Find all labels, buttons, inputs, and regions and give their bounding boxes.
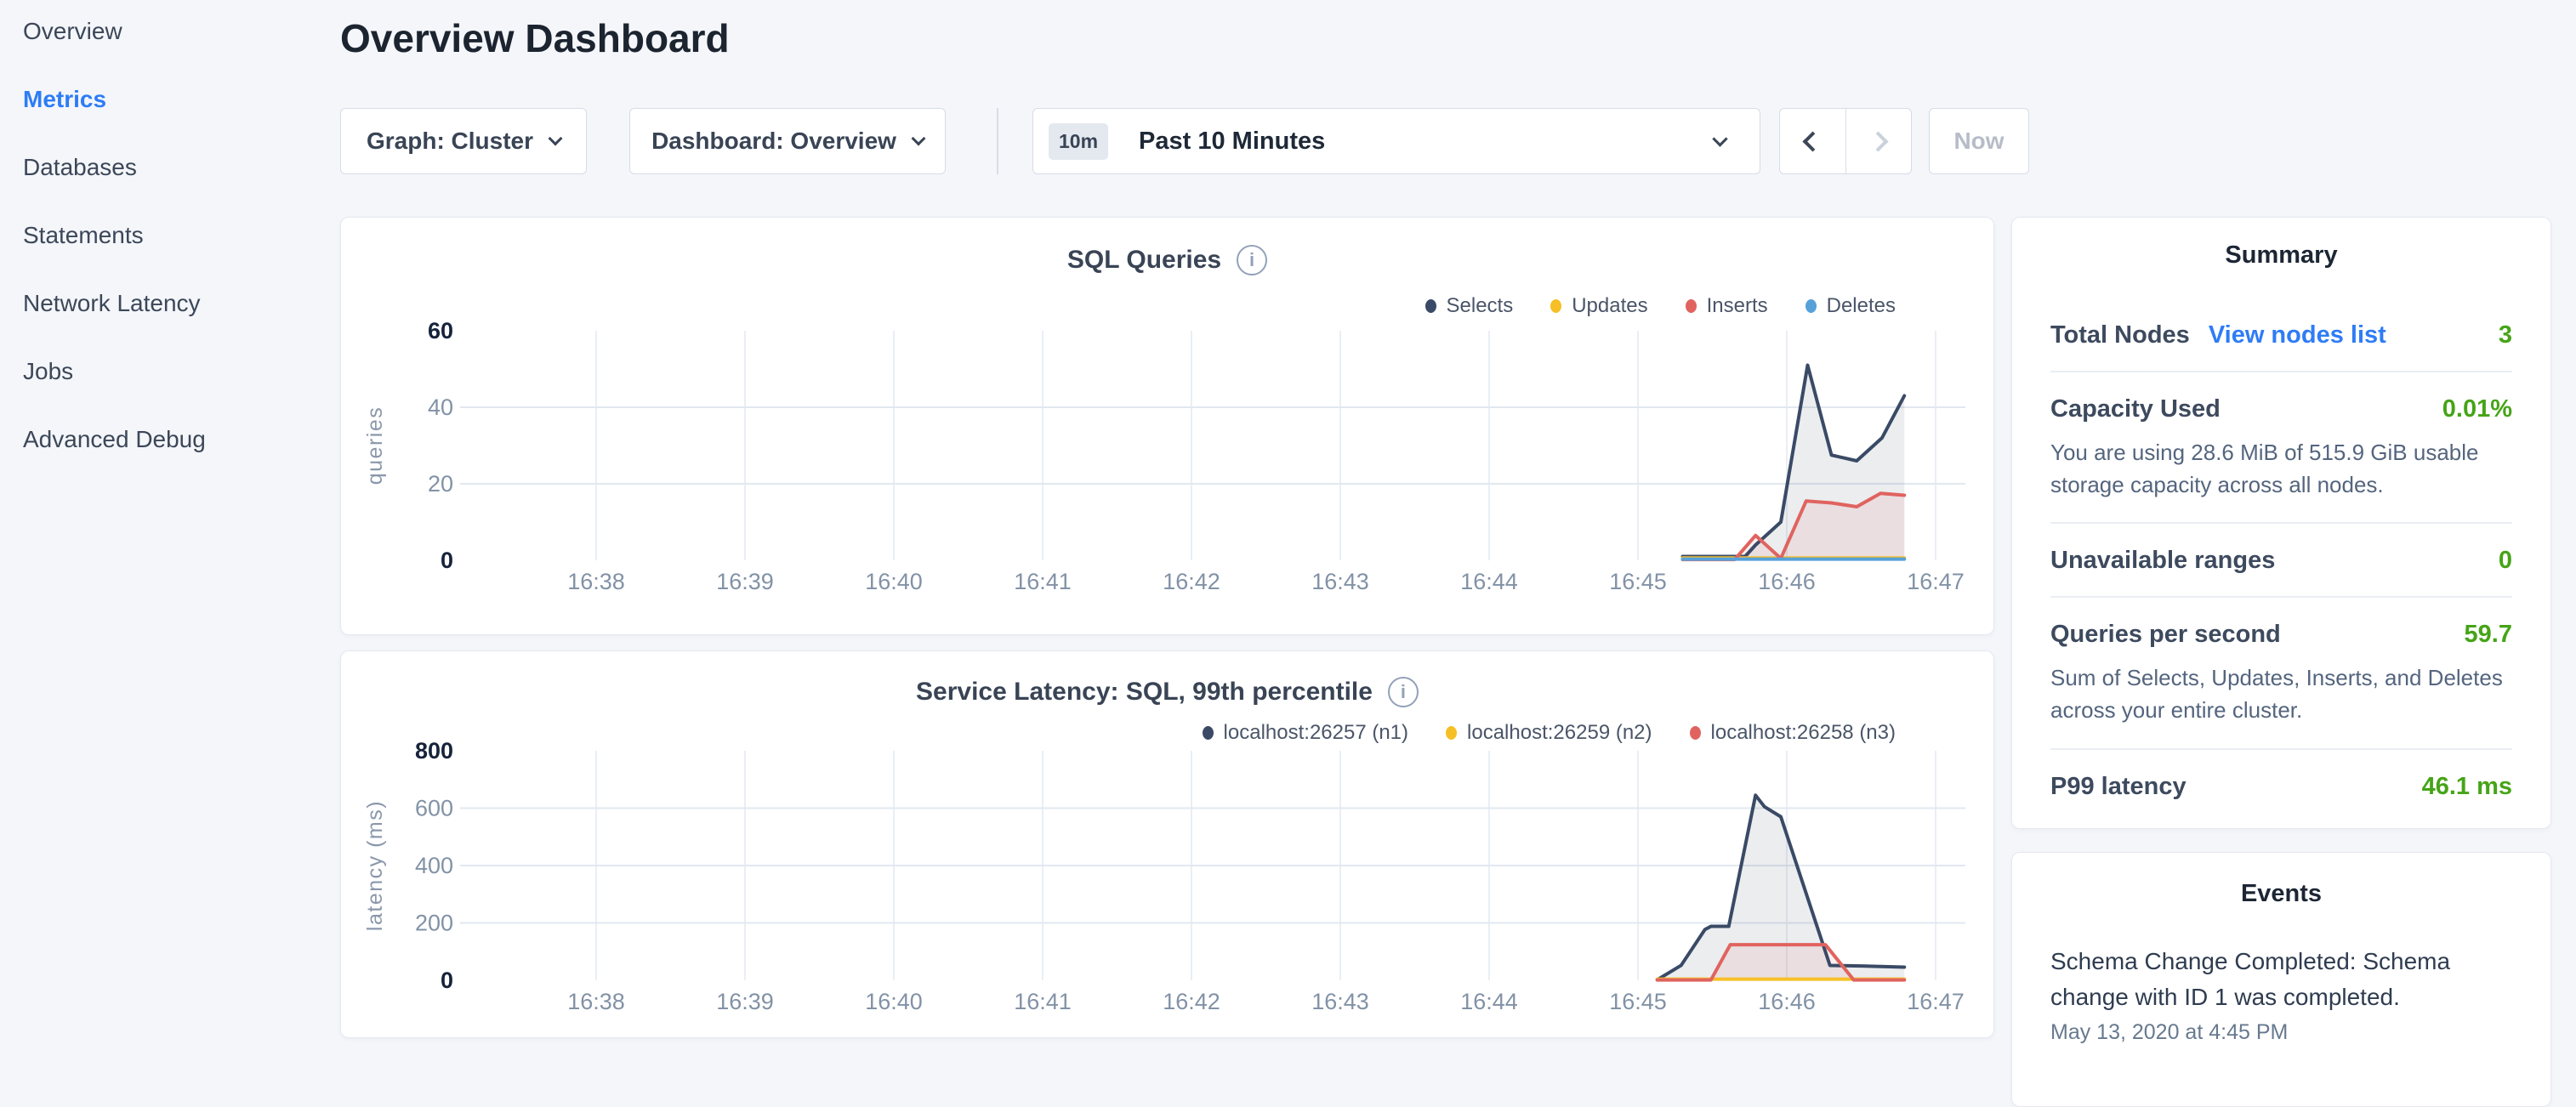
summary-panel: Summary Total Nodes View nodes list 3 Ca… bbox=[2011, 217, 2551, 829]
controls-bar: Graph: Cluster Dashboard: Overview 10m P… bbox=[340, 108, 2029, 174]
summary-value: 59.7 bbox=[2465, 621, 2512, 649]
svg-text:16:44: 16:44 bbox=[1460, 989, 1518, 1014]
time-pager bbox=[1779, 108, 1912, 174]
svg-text:600: 600 bbox=[415, 796, 453, 821]
dashboard-dropdown[interactable]: Dashboard: Overview bbox=[629, 108, 946, 174]
sidebar-item-jobs[interactable]: Jobs bbox=[23, 355, 340, 388]
event-timestamp: May 13, 2020 at 4:45 PM bbox=[2050, 1020, 2512, 1045]
time-back-button[interactable] bbox=[1780, 109, 1845, 173]
sql-queries-chart: 0 20 40 60 16:38 16:39 16:40 16:41 16:42 16:43 16:… bbox=[341, 218, 1995, 609]
events-title: Events bbox=[2050, 880, 2512, 908]
svg-text:40: 40 bbox=[428, 395, 453, 420]
summary-value: 0.01% bbox=[2442, 395, 2512, 423]
chevron-down-icon bbox=[549, 132, 563, 146]
summary-row-p99-latency: P99 latency 46.1 ms bbox=[2050, 748, 2512, 822]
summary-description: You are using 28.6 MiB of 515.9 GiB usab… bbox=[2050, 437, 2512, 501]
sidebar-item-network-latency[interactable]: Network Latency bbox=[23, 287, 340, 320]
svg-text:0: 0 bbox=[441, 548, 453, 573]
svg-text:16:39: 16:39 bbox=[716, 989, 774, 1014]
sidebar-item-statements[interactable]: Statements bbox=[23, 219, 340, 252]
chevron-right-icon bbox=[1868, 131, 1889, 151]
page-title: Overview Dashboard bbox=[340, 15, 730, 61]
summary-label: Total Nodes bbox=[2050, 321, 2190, 349]
svg-text:16:40: 16:40 bbox=[865, 569, 923, 594]
now-button[interactable]: Now bbox=[1929, 108, 2029, 174]
svg-text:queries: queries bbox=[363, 406, 387, 485]
svg-text:60: 60 bbox=[428, 318, 453, 343]
summary-value: 46.1 ms bbox=[2422, 773, 2512, 801]
svg-text:16:43: 16:43 bbox=[1311, 569, 1369, 594]
svg-text:16:38: 16:38 bbox=[567, 989, 625, 1014]
sidebar-item-databases[interactable]: Databases bbox=[23, 151, 340, 184]
svg-text:16:43: 16:43 bbox=[1311, 989, 1369, 1014]
service-latency-chart-card: Service Latency: SQL, 99th percentile i … bbox=[340, 650, 1994, 1038]
svg-text:16:42: 16:42 bbox=[1163, 989, 1220, 1014]
sidebar: Overview Metrics Databases Statements Ne… bbox=[0, 0, 340, 491]
time-range-selector[interactable]: 10m Past 10 Minutes bbox=[1032, 108, 1760, 174]
time-range-badge: 10m bbox=[1049, 123, 1108, 160]
summary-description: Sum of Selects, Updates, Inserts, and De… bbox=[2050, 662, 2512, 726]
svg-text:latency (ms): latency (ms) bbox=[363, 800, 387, 931]
svg-text:16:47: 16:47 bbox=[1907, 569, 1965, 594]
svg-text:16:39: 16:39 bbox=[716, 569, 774, 594]
dashboard-dropdown-label: Dashboard: Overview bbox=[651, 128, 896, 155]
event-item[interactable]: Schema Change Completed: Schema change w… bbox=[2050, 944, 2512, 1015]
divider bbox=[997, 108, 998, 174]
sql-queries-chart-card: SQL Queries i SelectsUpdatesInsertsDelet… bbox=[340, 217, 1994, 635]
svg-text:16:46: 16:46 bbox=[1758, 569, 1816, 594]
svg-text:16:41: 16:41 bbox=[1014, 989, 1072, 1014]
time-range-label: Past 10 Minutes bbox=[1139, 128, 1714, 156]
graph-dropdown[interactable]: Graph: Cluster bbox=[340, 108, 587, 174]
view-nodes-list-link[interactable]: View nodes list bbox=[2209, 321, 2386, 349]
sidebar-item-advanced-debug[interactable]: Advanced Debug bbox=[23, 423, 340, 456]
summary-label: Capacity Used bbox=[2050, 395, 2221, 423]
svg-text:16:41: 16:41 bbox=[1014, 569, 1072, 594]
chevron-left-icon bbox=[1802, 131, 1823, 151]
sidebar-item-metrics[interactable]: Metrics bbox=[23, 83, 340, 116]
svg-text:0: 0 bbox=[441, 968, 453, 993]
svg-text:16:38: 16:38 bbox=[567, 569, 625, 594]
service-latency-chart: 0 200 400 600 800 16:38 16:39 16:40 16:41 16:42 16… bbox=[341, 651, 1995, 1030]
summary-value: 3 bbox=[2499, 321, 2512, 349]
summary-label: Unavailable ranges bbox=[2050, 547, 2275, 575]
summary-label: P99 latency bbox=[2050, 773, 2186, 801]
summary-row-queries-per-second: Queries per second 59.7 Sum of Selects, … bbox=[2050, 596, 2512, 747]
summary-title: Summary bbox=[2050, 241, 2512, 270]
svg-text:16:45: 16:45 bbox=[1609, 569, 1667, 594]
chevron-down-icon bbox=[911, 132, 925, 146]
svg-text:16:40: 16:40 bbox=[865, 989, 923, 1014]
time-forward-button[interactable] bbox=[1845, 109, 1912, 173]
graph-dropdown-label: Graph: Cluster bbox=[367, 128, 533, 155]
summary-label: Queries per second bbox=[2050, 621, 2281, 649]
svg-text:16:42: 16:42 bbox=[1163, 569, 1220, 594]
summary-row-capacity-used: Capacity Used 0.01% You are using 28.6 M… bbox=[2050, 371, 2512, 522]
sidebar-item-overview[interactable]: Overview bbox=[23, 15, 340, 48]
svg-text:16:44: 16:44 bbox=[1460, 569, 1518, 594]
svg-text:16:47: 16:47 bbox=[1907, 989, 1965, 1014]
summary-value: 0 bbox=[2499, 547, 2512, 575]
svg-text:800: 800 bbox=[415, 738, 453, 764]
summary-row-total-nodes: Total Nodes View nodes list 3 bbox=[2050, 298, 2512, 371]
summary-row-unavailable-ranges: Unavailable ranges 0 bbox=[2050, 522, 2512, 596]
svg-text:200: 200 bbox=[415, 911, 453, 936]
svg-text:16:46: 16:46 bbox=[1758, 989, 1816, 1014]
events-panel: Events Schema Change Completed: Schema c… bbox=[2011, 852, 2551, 1107]
svg-text:400: 400 bbox=[415, 853, 453, 878]
chevron-down-icon bbox=[1712, 131, 1727, 146]
svg-text:20: 20 bbox=[428, 471, 453, 497]
svg-text:16:45: 16:45 bbox=[1609, 989, 1667, 1014]
